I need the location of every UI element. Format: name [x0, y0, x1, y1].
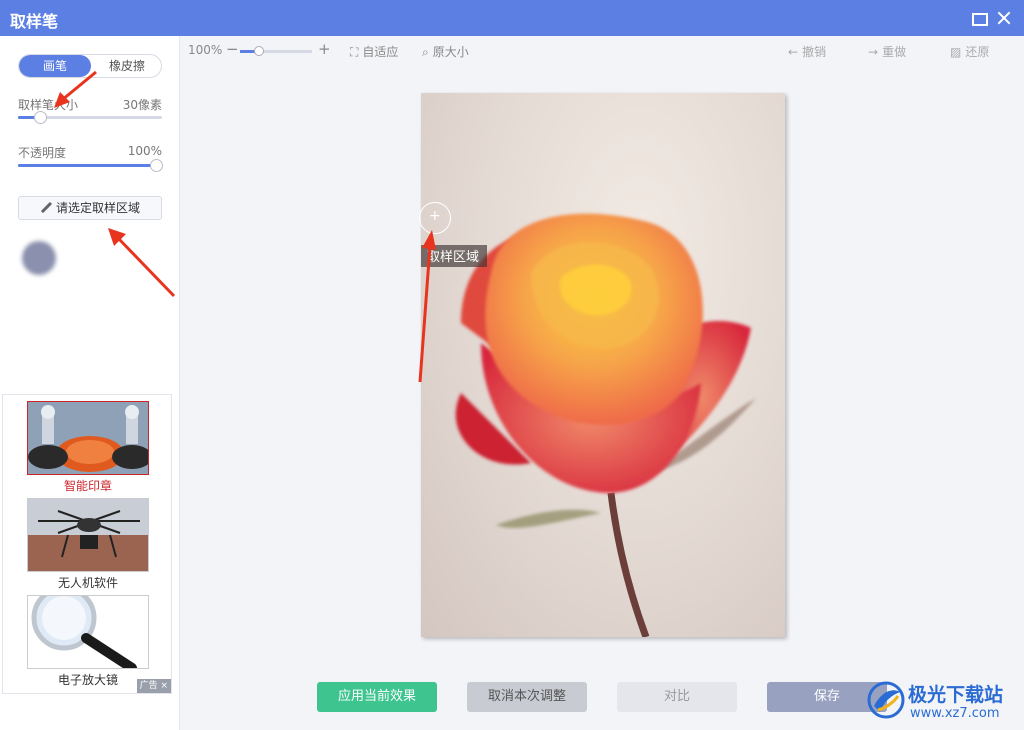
pick-area-button[interactable]: 请选定取样区域 [18, 196, 162, 220]
ad-caption-stamp: 智能印章 [63, 479, 112, 493]
sample-size-slider[interactable] [18, 111, 162, 124]
ad-panel: 智能印章 无人机软件 电子放大镜 广告 × [2, 394, 172, 694]
watermark-logo-icon [867, 681, 905, 719]
undo-button[interactable]: ← 撤销 [788, 43, 826, 60]
zoom-slider[interactable] [240, 46, 312, 56]
sample-size-knob[interactable] [34, 111, 47, 124]
annotation-arrow-icon [54, 70, 97, 108]
zoom-search-icon: ⌕ [422, 45, 429, 59]
watermark-line2: www.xz7.com [910, 706, 1000, 721]
restore-button[interactable]: ▨ 还原 [950, 43, 989, 60]
zoom-in-button[interactable]: + [318, 40, 331, 58]
apply-button[interactable]: 应用当前效果 [317, 682, 437, 712]
original-size-label: 原大小 [432, 45, 469, 59]
opacity-slider[interactable] [18, 159, 163, 172]
undo-label: 撤销 [802, 45, 827, 59]
window-title: 取样笔 [10, 12, 59, 31]
magnifier-photo-icon [27, 595, 149, 669]
fit-label: 自适应 [362, 45, 399, 59]
fit-button[interactable]: ⛶ 自适应 [350, 43, 398, 60]
ad-item-magnifier[interactable]: 电子放大镜 [27, 595, 149, 688]
restore-label: 还原 [965, 45, 990, 59]
opacity-value: 100% [127, 144, 162, 158]
watermark-line1: 极光下载站 [908, 684, 1004, 706]
drone-photo-icon [27, 498, 149, 572]
site-watermark: 极光下载站 www.xz7.com [862, 676, 1024, 726]
eyedropper-icon [40, 202, 52, 214]
close-icon[interactable] [995, 9, 1013, 27]
opacity-label: 不透明度 [18, 146, 67, 160]
cancel-adjust-button[interactable]: 取消本次调整 [467, 682, 587, 712]
zoom-value: 100% [188, 43, 223, 57]
tab-eraser[interactable]: 橡皮擦 [91, 55, 161, 77]
compare-button[interactable]: 对比 [617, 682, 737, 712]
maximize-icon[interactable] [970, 9, 988, 27]
opacity-knob[interactable] [150, 159, 163, 172]
annotation-arrow-icon [108, 228, 176, 298]
annotation-arrow-icon [418, 230, 436, 383]
zoom-knob[interactable] [254, 46, 264, 56]
undo-arrow-icon: ← [788, 45, 799, 59]
toolbar: 100% − + ⛶ 自适应 ⌕ 原大小 ← 撤销 → 重做 ▨ 还原 [180, 36, 1024, 66]
redo-arrow-icon: → [868, 45, 879, 59]
ad-item-drone[interactable]: 无人机软件 [27, 498, 149, 591]
opacity-fill [18, 164, 156, 167]
sample-size-value: 30像素 [122, 98, 162, 112]
redo-button[interactable]: → 重做 [868, 43, 906, 60]
ad-caption-magnifier: 电子放大镜 [57, 673, 118, 687]
redo-label: 重做 [882, 45, 907, 59]
fit-icon: ⛶ [350, 45, 359, 59]
ad-item-stamp[interactable]: 智能印章 [27, 401, 149, 494]
pick-area-label: 请选定取样区域 [55, 201, 140, 215]
color-swatch [22, 241, 56, 275]
original-size-button[interactable]: ⌕ 原大小 [422, 43, 469, 60]
zoom-out-button[interactable]: − [226, 40, 239, 58]
stamp-photo-icon [27, 401, 149, 475]
canvas-image[interactable] [421, 93, 785, 637]
ad-close-badge[interactable]: 广告 × [136, 679, 171, 693]
image-icon: ▨ [950, 45, 962, 59]
ad-caption-drone: 无人机软件 [57, 576, 118, 590]
title-bar: 取样笔 [0, 0, 1024, 36]
